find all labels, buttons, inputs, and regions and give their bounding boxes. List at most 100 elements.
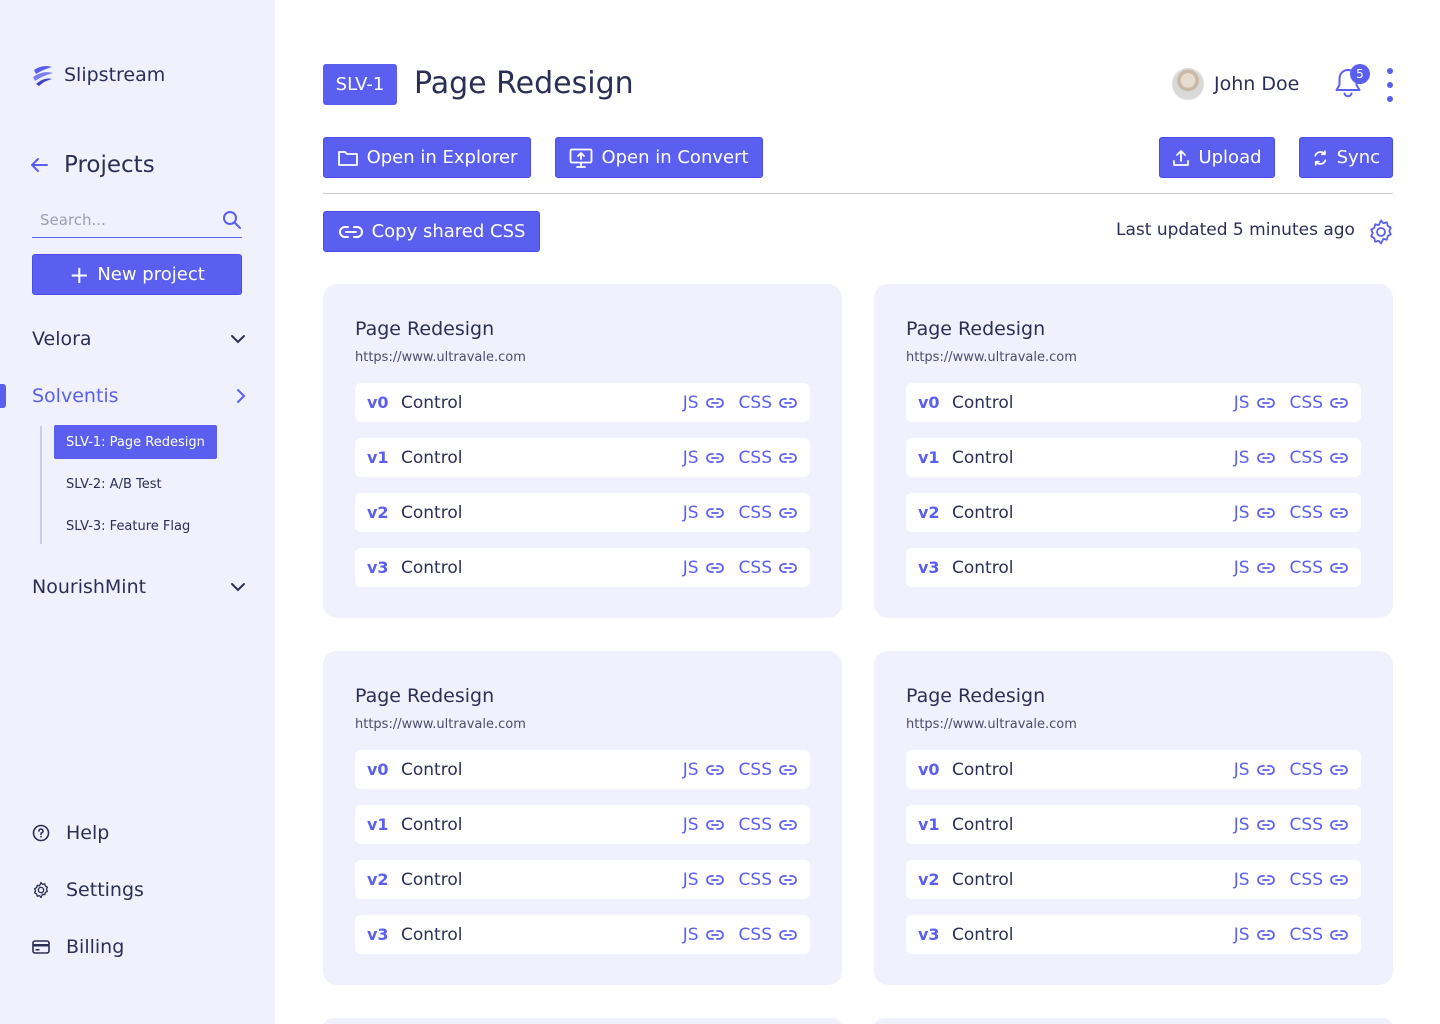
variant-row[interactable]: v2 Control JS CSS — [355, 860, 810, 899]
card-title: Page Redesign — [355, 318, 495, 340]
variant-row[interactable]: v0 Control JS CSS — [906, 750, 1361, 789]
search-icon[interactable] — [222, 210, 242, 230]
css-link[interactable]: CSS — [1290, 558, 1349, 578]
sync-button[interactable]: Sync — [1299, 137, 1393, 178]
css-link[interactable]: CSS — [739, 925, 798, 945]
variant-row[interactable]: v0 Control JS CSS — [906, 383, 1361, 422]
more-options-icon[interactable] — [1382, 68, 1398, 102]
js-link[interactable]: JS — [1234, 925, 1276, 945]
card-url[interactable]: https://www.ultravale.com — [355, 350, 526, 365]
card-url[interactable]: https://www.ultravale.com — [906, 350, 1077, 365]
open-in-explorer-button[interactable]: Open in Explorer — [323, 137, 531, 178]
css-link[interactable]: CSS — [1290, 870, 1349, 890]
css-link-label: CSS — [1289, 557, 1323, 578]
variant-row[interactable]: v3 Control JS CSS — [906, 915, 1361, 954]
js-link[interactable]: JS — [683, 870, 725, 890]
js-link[interactable]: JS — [683, 503, 725, 523]
variant-row[interactable]: v1 Control JS CSS — [906, 438, 1361, 477]
variant-row[interactable]: v1 Control JS CSS — [906, 805, 1361, 844]
variant-row[interactable]: v2 Control JS CSS — [906, 493, 1361, 532]
project-search[interactable] — [32, 202, 242, 238]
js-link[interactable]: JS — [1234, 760, 1276, 780]
js-link[interactable]: JS — [1234, 448, 1276, 468]
js-link[interactable]: JS — [1234, 558, 1276, 578]
js-link-label: JS — [682, 814, 699, 835]
css-link-label: CSS — [1289, 869, 1323, 890]
subitem-slv-1[interactable]: SLV-1: Page Redesign — [54, 425, 217, 459]
project-group-solventis[interactable]: Solventis — [32, 385, 246, 407]
variant-row[interactable]: v0 Control JS CSS — [355, 750, 810, 789]
variant-row[interactable]: v1 Control JS CSS — [355, 438, 810, 477]
subitem-slv-2[interactable]: SLV-2: A/B Test — [54, 467, 174, 501]
search-input[interactable] — [32, 210, 202, 229]
css-link[interactable]: CSS — [1290, 393, 1349, 413]
variant-row[interactable]: v3 Control JS CSS — [355, 548, 810, 587]
css-link[interactable]: CSS — [1290, 448, 1349, 468]
projects-header[interactable]: Projects — [30, 152, 155, 178]
css-link[interactable]: CSS — [1290, 925, 1349, 945]
sync-label: Sync — [1336, 147, 1380, 168]
sidebar-item-help[interactable]: Help — [32, 822, 109, 844]
plus-icon: + — [69, 260, 90, 289]
chevron-down-icon[interactable] — [230, 582, 246, 592]
link-icon — [1330, 397, 1348, 408]
variant-row[interactable]: v0 Control JS CSS — [355, 383, 810, 422]
css-link[interactable]: CSS — [739, 503, 798, 523]
css-link[interactable]: CSS — [1290, 503, 1349, 523]
settings-label: Settings — [66, 879, 144, 901]
subitem-slv-3[interactable]: SLV-3: Feature Flag — [54, 509, 202, 543]
chevron-right-icon[interactable] — [236, 388, 246, 404]
css-link[interactable]: CSS — [739, 760, 798, 780]
variant-name: Control — [952, 869, 1014, 890]
js-link-label: JS — [1233, 502, 1250, 523]
js-link[interactable]: JS — [1234, 870, 1276, 890]
js-link[interactable]: JS — [683, 558, 725, 578]
card-url[interactable]: https://www.ultravale.com — [355, 717, 526, 732]
js-link[interactable]: JS — [1234, 815, 1276, 835]
js-link[interactable]: JS — [683, 448, 725, 468]
open-in-convert-button[interactable]: Open in Convert — [555, 137, 763, 178]
sidebar-item-settings[interactable]: Settings — [32, 879, 144, 901]
avatar[interactable] — [1172, 68, 1204, 100]
css-link[interactable]: CSS — [739, 815, 798, 835]
link-icon — [1256, 562, 1275, 573]
new-project-button[interactable]: + New project — [32, 254, 242, 295]
link-icon — [1256, 929, 1275, 940]
card-peek — [323, 1018, 842, 1024]
brand-logo[interactable]: Slipstream — [30, 62, 165, 88]
variant-version: v3 — [918, 925, 940, 944]
js-link[interactable]: JS — [683, 760, 725, 780]
user-menu[interactable]: John Doe — [1172, 68, 1299, 100]
variant-row[interactable]: v2 Control JS CSS — [355, 493, 810, 532]
css-link[interactable]: CSS — [739, 448, 798, 468]
js-link[interactable]: JS — [683, 393, 725, 413]
arrow-left-icon[interactable] — [30, 157, 48, 173]
variant-row[interactable]: v2 Control JS CSS — [906, 860, 1361, 899]
js-link[interactable]: JS — [683, 925, 725, 945]
js-link[interactable]: JS — [1234, 503, 1276, 523]
css-link[interactable]: CSS — [1290, 760, 1349, 780]
js-link[interactable]: JS — [683, 815, 725, 835]
kebab-dot — [1387, 96, 1393, 102]
link-icon — [705, 874, 724, 885]
css-link[interactable]: CSS — [739, 393, 798, 413]
notifications-button[interactable]: 5 — [1332, 64, 1370, 102]
css-link[interactable]: CSS — [739, 870, 798, 890]
copy-shared-css-button[interactable]: Copy shared CSS — [323, 211, 540, 252]
variant-row[interactable]: v3 Control JS CSS — [355, 915, 810, 954]
variant-row[interactable]: v3 Control JS CSS — [906, 548, 1361, 587]
css-link[interactable]: CSS — [1290, 815, 1349, 835]
js-link[interactable]: JS — [1234, 393, 1276, 413]
project-group-nourishmint[interactable]: NourishMint — [32, 576, 246, 598]
link-icon — [1256, 874, 1275, 885]
billing-label: Billing — [66, 936, 125, 958]
css-link-label: CSS — [738, 557, 772, 578]
chevron-down-icon[interactable] — [230, 334, 246, 344]
card-url[interactable]: https://www.ultravale.com — [906, 717, 1077, 732]
variant-row[interactable]: v1 Control JS CSS — [355, 805, 810, 844]
project-group-velora[interactable]: Velora — [32, 328, 246, 350]
settings-gear-icon[interactable] — [1367, 218, 1395, 246]
sidebar-item-billing[interactable]: Billing — [32, 936, 124, 958]
css-link[interactable]: CSS — [739, 558, 798, 578]
upload-button[interactable]: Upload — [1159, 137, 1275, 178]
